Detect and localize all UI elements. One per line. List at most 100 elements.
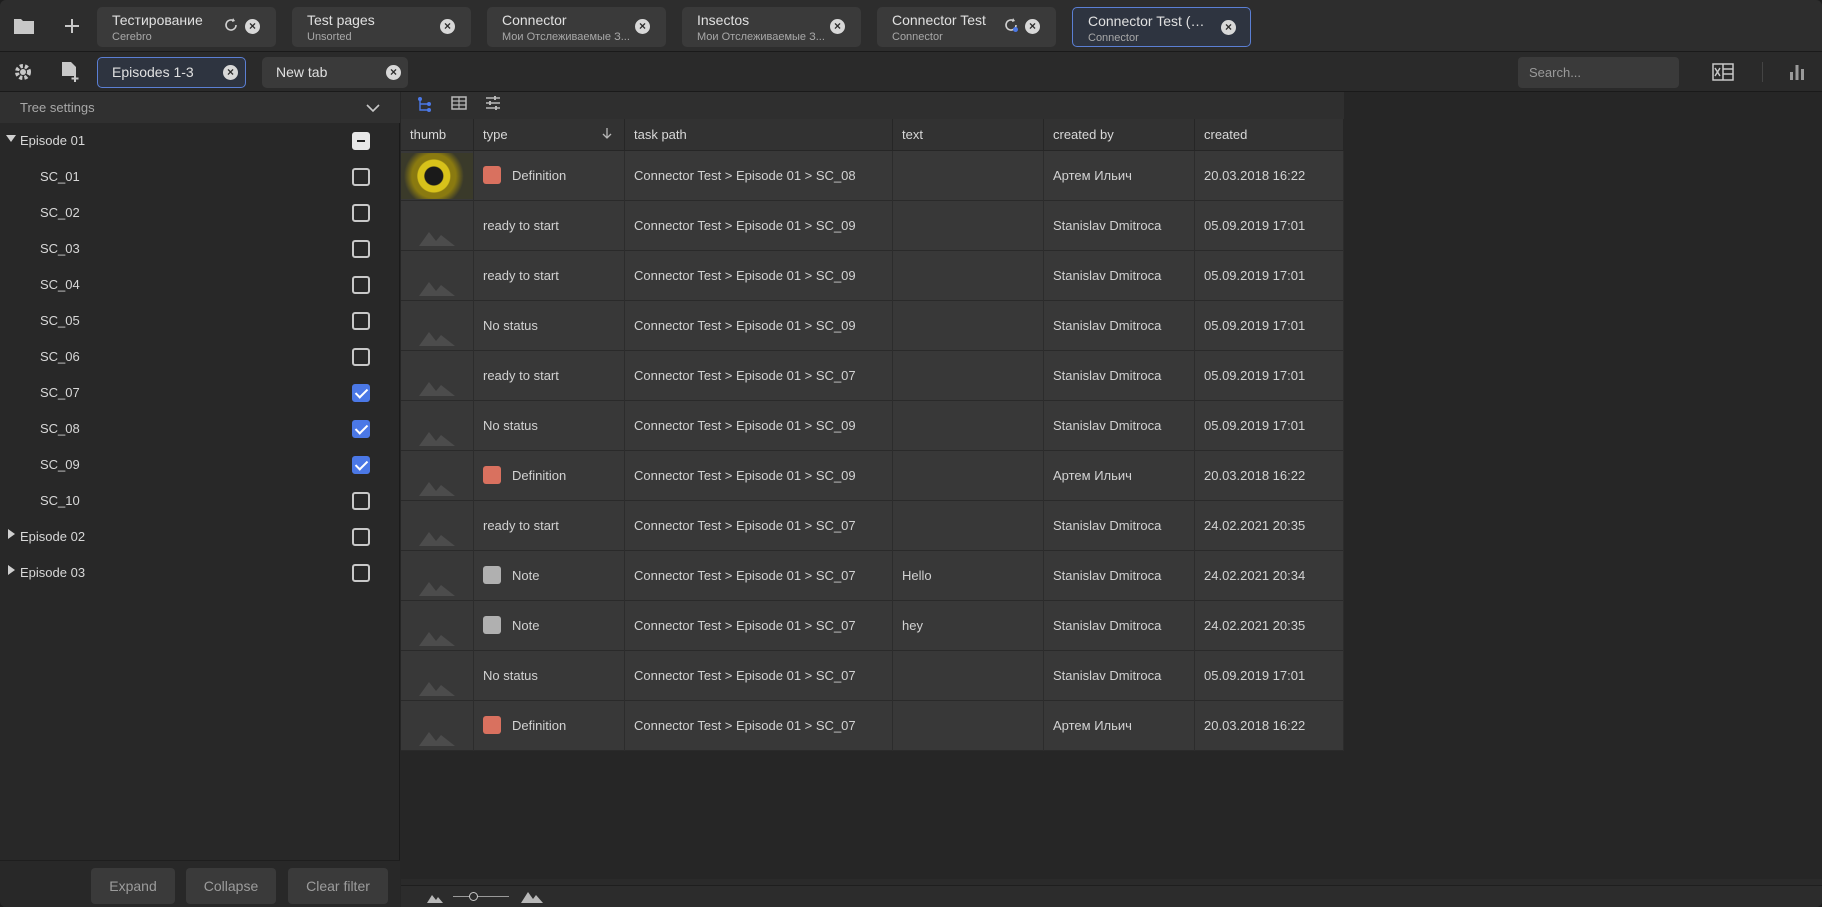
caret-right-icon[interactable] — [6, 555, 16, 591]
table-row[interactable]: No status Connector Test > Episode 01 > S… — [401, 301, 1344, 351]
tree-item-checkbox[interactable] — [352, 420, 370, 438]
close-icon[interactable]: × — [440, 19, 455, 34]
tree-item[interactable]: SC_07 — [0, 375, 400, 411]
cell-type[interactable]: Definition — [474, 701, 625, 751]
cell-created-by[interactable]: Stanislav Dmitroca — [1044, 201, 1195, 251]
cell-thumb[interactable] — [401, 301, 474, 351]
table-view-icon[interactable] — [450, 96, 468, 114]
tree-view-icon[interactable] — [416, 96, 434, 114]
cell-created[interactable]: 05.09.2019 17:01 — [1195, 651, 1344, 701]
table-row[interactable]: Note Connector Test > Episode 01 > SC_07 H… — [401, 551, 1344, 601]
filter-settings-icon[interactable] — [484, 96, 502, 114]
cell-type[interactable]: ready to start — [474, 251, 625, 301]
column-task-path[interactable]: task path — [625, 119, 893, 151]
cell-created-by[interactable]: Stanislav Dmitroca — [1044, 651, 1195, 701]
cell-type[interactable]: No status — [474, 651, 625, 701]
collapse-button[interactable]: Collapse — [186, 868, 276, 904]
table-row[interactable]: Note Connector Test > Episode 01 > SC_07 h… — [401, 601, 1344, 651]
cell-thumb[interactable] — [401, 351, 474, 401]
cell-thumb[interactable] — [401, 551, 474, 601]
tree-item[interactable]: SC_05 — [0, 303, 400, 339]
cell-thumb[interactable] — [401, 151, 474, 201]
add-document-icon[interactable] — [58, 60, 82, 84]
cell-created[interactable]: 24.02.2021 20:35 — [1195, 501, 1344, 551]
clear-filter-button[interactable]: Clear filter — [288, 868, 388, 904]
cell-thumb[interactable] — [401, 251, 474, 301]
column-type[interactable]: type — [474, 119, 625, 151]
local-tab-new[interactable]: New tab × — [262, 57, 408, 88]
caret-down-icon[interactable] — [6, 123, 16, 159]
cell-text[interactable] — [893, 151, 1044, 201]
tree-item[interactable]: SC_03 — [0, 231, 400, 267]
cell-created-by[interactable]: Stanislav Dmitroca — [1044, 501, 1195, 551]
tree-item[interactable]: SC_06 — [0, 339, 400, 375]
tree-item-checkbox[interactable] — [352, 276, 370, 294]
cell-task-path[interactable]: Connector Test > Episode 01 > SC_07 — [625, 551, 893, 601]
cell-text[interactable] — [893, 351, 1044, 401]
tree-settings-header[interactable]: Tree settings — [0, 92, 400, 123]
tree-item-checkbox[interactable] — [352, 240, 370, 258]
table-row[interactable]: No status Connector Test > Episode 01 > S… — [401, 651, 1344, 701]
tree-item[interactable]: Episode 03 — [0, 555, 400, 591]
table-row[interactable]: Definition Connector Test > Episode 01 > … — [401, 451, 1344, 501]
thumbnail-image[interactable] — [401, 153, 473, 199]
table-row[interactable]: ready to start Connector Test > Episode 0… — [401, 501, 1344, 551]
project-tab[interactable]: Тестирование Cerebro × — [97, 7, 276, 47]
tree-item-checkbox[interactable] — [352, 312, 370, 330]
project-tab[interactable]: Connector Мои Отслеживаемые З... × — [487, 7, 666, 47]
table-row[interactable]: Definition Connector Test > Episode 01 > … — [401, 701, 1344, 751]
thumbnail-slider-track[interactable] — [453, 896, 509, 897]
project-tab[interactable]: Connector Test Connector × — [877, 7, 1056, 47]
cell-text[interactable] — [893, 701, 1044, 751]
cell-created[interactable]: 20.03.2018 16:22 — [1195, 451, 1344, 501]
tree-item-checkbox[interactable] — [352, 204, 370, 222]
tree-item-checkbox[interactable] — [352, 564, 370, 582]
tree-item[interactable]: Episode 02 — [0, 519, 400, 555]
cell-created[interactable]: 05.09.2019 17:01 — [1195, 351, 1344, 401]
thumbnail-slider-handle[interactable] — [469, 892, 478, 901]
close-icon[interactable]: × — [245, 19, 260, 34]
tree-item-checkbox[interactable] — [352, 492, 370, 510]
cell-task-path[interactable]: Connector Test > Episode 01 > SC_07 — [625, 701, 893, 751]
cell-task-path[interactable]: Connector Test > Episode 01 > SC_09 — [625, 201, 893, 251]
tree-item[interactable]: SC_02 — [0, 195, 400, 231]
cell-thumb[interactable] — [401, 601, 474, 651]
cell-text[interactable] — [893, 401, 1044, 451]
plus-icon[interactable] — [60, 14, 84, 38]
cell-task-path[interactable]: Connector Test > Episode 01 > SC_07 — [625, 501, 893, 551]
tree-item-checkbox[interactable] — [352, 528, 370, 546]
tree-item[interactable]: SC_09 — [0, 447, 400, 483]
cell-text[interactable] — [893, 301, 1044, 351]
project-tab[interactable]: Test pages Unsorted × — [292, 7, 471, 47]
cell-created-by[interactable]: Артем Ильич — [1044, 451, 1195, 501]
cell-text[interactable] — [893, 251, 1044, 301]
column-created-by[interactable]: created by — [1044, 119, 1195, 151]
table-row[interactable]: ready to start Connector Test > Episode 0… — [401, 351, 1344, 401]
cell-created-by[interactable]: Stanislav Dmitroca — [1044, 251, 1195, 301]
tree-item[interactable]: Episode 01 — [0, 123, 400, 159]
cell-task-path[interactable]: Connector Test > Episode 01 > SC_09 — [625, 251, 893, 301]
cell-created[interactable]: 05.09.2019 17:01 — [1195, 251, 1344, 301]
cell-created-by[interactable]: Артем Ильич — [1044, 701, 1195, 751]
cell-task-path[interactable]: Connector Test > Episode 01 > SC_07 — [625, 351, 893, 401]
close-icon[interactable]: × — [1025, 19, 1040, 34]
cell-created[interactable]: 24.02.2021 20:34 — [1195, 551, 1344, 601]
table-row[interactable]: ready to start Connector Test > Episode 0… — [401, 251, 1344, 301]
cell-created[interactable]: 24.02.2021 20:35 — [1195, 601, 1344, 651]
cell-thumb[interactable] — [401, 451, 474, 501]
cell-created-by[interactable]: Stanislav Dmitroca — [1044, 301, 1195, 351]
expand-button[interactable]: Expand — [91, 868, 175, 904]
bar-chart-icon[interactable] — [1785, 60, 1809, 84]
tree-item-checkbox[interactable] — [352, 168, 370, 186]
table-row[interactable]: No status Connector Test > Episode 01 > S… — [401, 401, 1344, 451]
column-created[interactable]: created — [1195, 119, 1344, 151]
cell-task-path[interactable]: Connector Test > Episode 01 > SC_07 — [625, 601, 893, 651]
table-row[interactable]: ready to start Connector Test > Episode 0… — [401, 201, 1344, 251]
cell-thumb[interactable] — [401, 401, 474, 451]
cell-created[interactable]: 05.09.2019 17:01 — [1195, 401, 1344, 451]
cell-created-by[interactable]: Stanislav Dmitroca — [1044, 551, 1195, 601]
cell-created[interactable]: 05.09.2019 17:01 — [1195, 201, 1344, 251]
cell-text[interactable] — [893, 501, 1044, 551]
tree-item[interactable]: SC_10 — [0, 483, 400, 519]
tree-item-checkbox[interactable] — [352, 132, 370, 150]
